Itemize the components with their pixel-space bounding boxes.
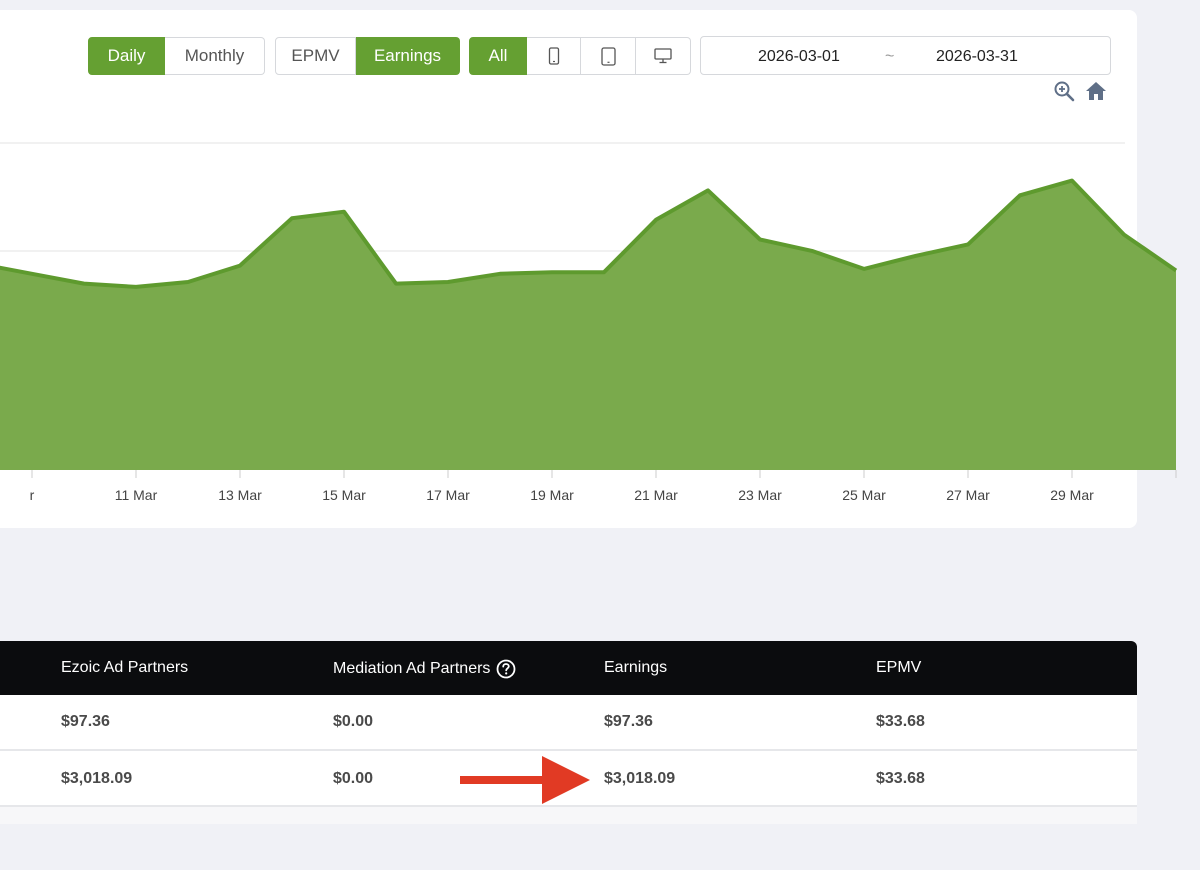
red-arrow-icon <box>460 756 590 804</box>
column-header-mediation: Mediation Ad Partners <box>333 659 516 679</box>
question-circle-icon[interactable] <box>496 659 516 679</box>
x-tick-label: 17 Mar <box>426 487 470 503</box>
column-header-ezoic: Ezoic Ad Partners <box>61 659 188 677</box>
table-header: Ezoic Ad Partners Mediation Ad Partners … <box>0 641 1137 695</box>
cell-earnings: $97.36 <box>604 713 653 730</box>
cell-earnings: $3,018.09 <box>604 770 676 787</box>
column-header-label: EPMV <box>876 659 922 676</box>
x-tick-label: 29 Mar <box>1050 487 1094 503</box>
cell-epmv: $33.68 <box>876 770 925 787</box>
x-tick-label: 25 Mar <box>842 487 886 503</box>
x-tick-label: r <box>30 487 35 503</box>
cell-mediation: $0.00 <box>333 770 374 787</box>
earnings-chart: r 11 Mar 13 Mar 15 Mar 17 Mar 19 Mar 21 Mar 23 … <box>0 142 1178 503</box>
column-header-epmv: EPMV <box>876 659 921 677</box>
cell-epmv: $33.68 <box>876 713 925 730</box>
cell-ezoic: $3,018.09 <box>61 770 133 787</box>
earnings-area <box>0 180 1176 470</box>
x-tick-label: 19 Mar <box>530 487 574 503</box>
x-tick-label: 11 Mar <box>115 487 158 503</box>
column-header-label: Ezoic Ad Partners <box>61 659 189 676</box>
column-header-label: Earnings <box>604 659 668 676</box>
x-tick-label: 13 Mar <box>218 487 262 503</box>
cell-mediation: $0.00 <box>333 713 374 730</box>
x-tick-label: 21 Mar <box>634 487 678 503</box>
cell-ezoic: $97.36 <box>61 713 110 730</box>
table-footer <box>0 807 1137 824</box>
x-tick-label: 23 Mar <box>738 487 782 503</box>
column-header-label: Mediation Ad Partners <box>333 660 491 677</box>
x-tick-label: 27 Mar <box>946 487 990 503</box>
column-header-earnings: Earnings <box>604 659 667 677</box>
table-row: $97.36 $0.00 $97.36 $33.68 <box>0 695 1137 751</box>
x-tick-label: 15 Mar <box>322 487 366 503</box>
